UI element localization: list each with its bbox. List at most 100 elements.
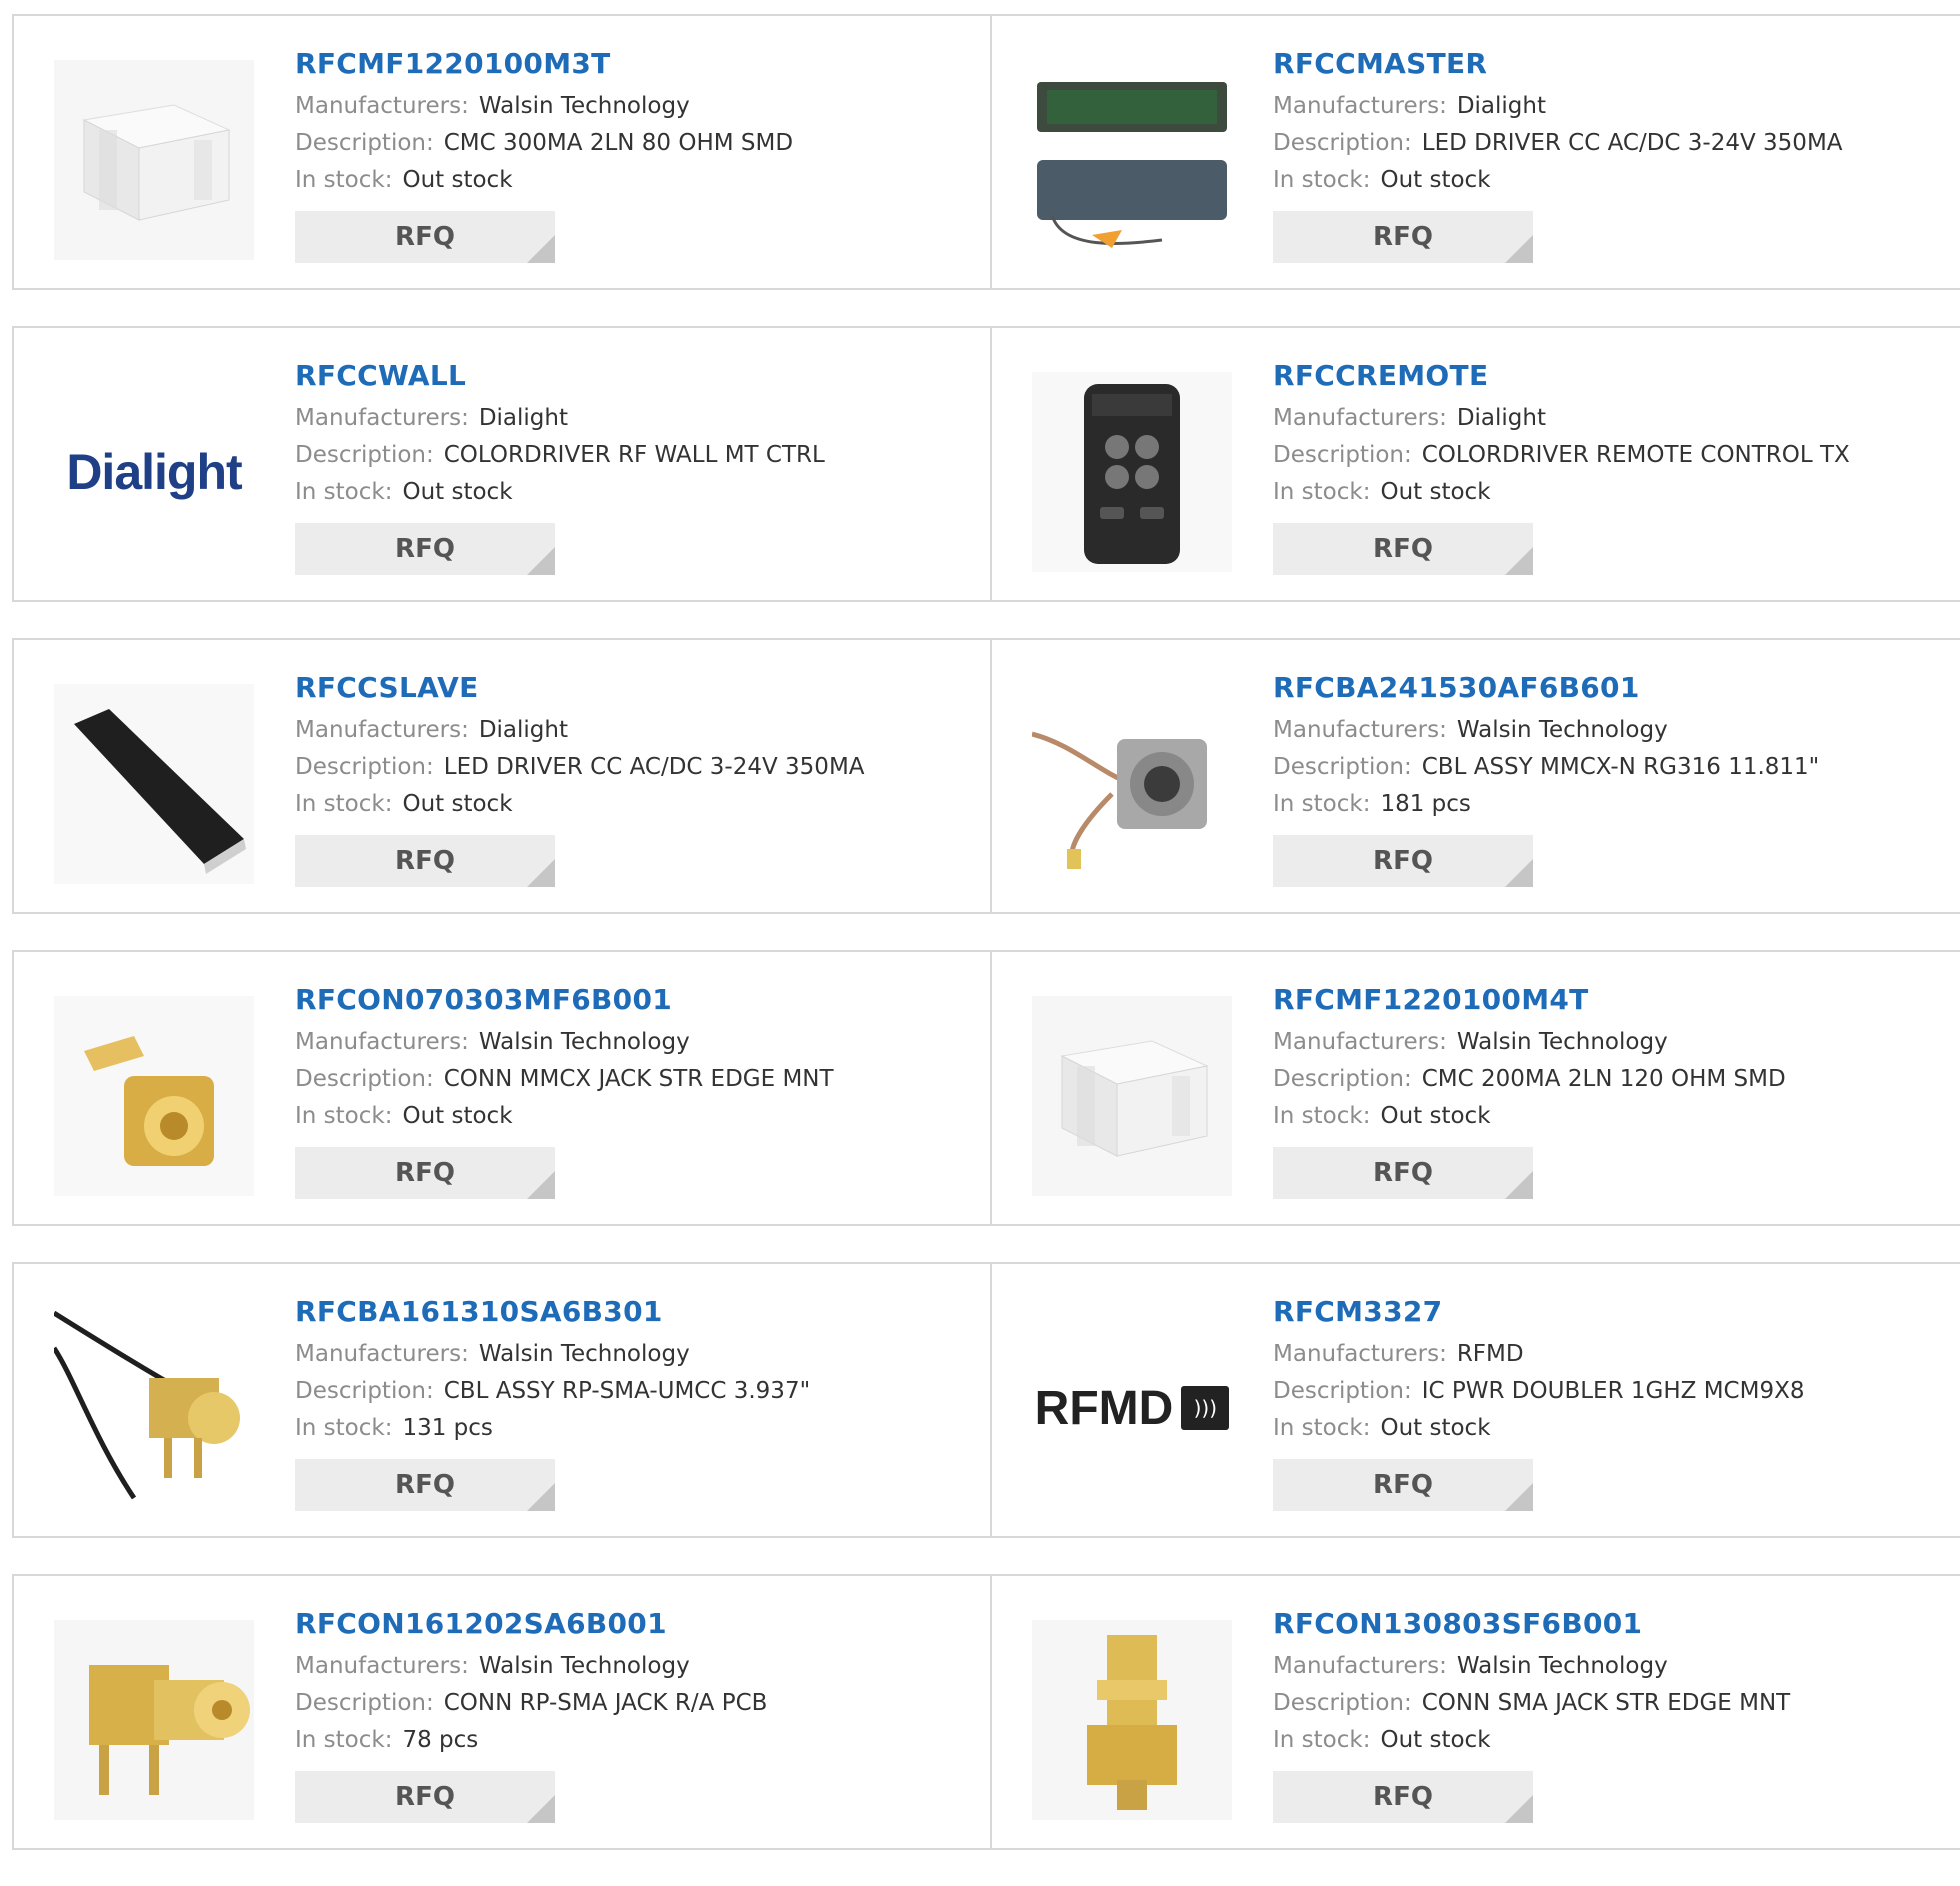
description-label: Description: bbox=[295, 1690, 434, 1716]
corner-triangle-icon bbox=[527, 1795, 555, 1823]
product-name-link[interactable]: RFCCSLAVE bbox=[295, 670, 865, 706]
product-info: RFCBA241530AF6B601 Manufacturers: Walsin … bbox=[1273, 670, 1819, 887]
product-name-link[interactable]: RFCM3327 bbox=[1273, 1294, 1804, 1330]
cable-assembly-n-connector-icon bbox=[1032, 684, 1232, 884]
stock-line: In stock: Out stock bbox=[1273, 1098, 1786, 1135]
manufacturer-value: Dialight bbox=[1456, 405, 1546, 431]
product-name-link[interactable]: RFCCMASTER bbox=[1273, 46, 1843, 82]
product-row: RFCON161202SA6B001 Manufacturers: Walsin … bbox=[12, 1574, 1960, 1850]
product-image[interactable] bbox=[54, 1620, 254, 1820]
product-image[interactable] bbox=[54, 996, 254, 1196]
product-image[interactable] bbox=[1032, 684, 1232, 884]
rfq-button[interactable]: RFQ bbox=[1273, 835, 1533, 887]
corner-triangle-icon bbox=[527, 235, 555, 263]
rfq-label: RFQ bbox=[395, 1782, 455, 1812]
corner-triangle-icon bbox=[527, 1171, 555, 1199]
rfq-button[interactable]: RFQ bbox=[1273, 1459, 1533, 1511]
description-value: COLORDRIVER RF WALL MT CTRL bbox=[443, 442, 825, 468]
manufacturer-line: Manufacturers: RFMD bbox=[1273, 1336, 1804, 1373]
rfq-button[interactable]: RFQ bbox=[1273, 211, 1533, 263]
manufacturer-line: Manufacturers: Walsin Technology bbox=[295, 1024, 834, 1061]
rfq-button[interactable]: RFQ bbox=[1273, 523, 1533, 575]
rfq-label: RFQ bbox=[395, 846, 455, 876]
product-row: RFCON070303MF6B001 Manufacturers: Walsin … bbox=[12, 950, 1960, 1226]
description-label: Description: bbox=[295, 442, 434, 468]
product-row: RFCBA161310SA6B301 Manufacturers: Walsin … bbox=[12, 1262, 1960, 1538]
product-card: RFMD ))) RFCM3327 Manufacturers: RFMD Des… bbox=[992, 1264, 1960, 1536]
product-info: RFCCMASTER Manufacturers: Dialight Descri… bbox=[1273, 46, 1843, 263]
product-name-link[interactable]: RFCCREMOTE bbox=[1273, 358, 1850, 394]
product-image[interactable]: RFMD ))) bbox=[1032, 1308, 1232, 1508]
manufacturer-value: Walsin Technology bbox=[1456, 1653, 1668, 1679]
manufacturer-value: Walsin Technology bbox=[478, 1653, 690, 1679]
stock-value: Out stock bbox=[402, 479, 513, 505]
rfq-button[interactable]: RFQ bbox=[295, 211, 555, 263]
product-image[interactable] bbox=[54, 60, 254, 260]
product-image[interactable] bbox=[1032, 372, 1232, 572]
stock-line: In stock: Out stock bbox=[1273, 1722, 1790, 1759]
product-image[interactable] bbox=[54, 684, 254, 884]
stock-value: Out stock bbox=[1380, 479, 1491, 505]
product-card: RFCBA161310SA6B301 Manufacturers: Walsin … bbox=[14, 1264, 992, 1536]
product-card: RFCMF1220100M4T Manufacturers: Walsin Tec… bbox=[992, 952, 1960, 1224]
rfq-button[interactable]: RFQ bbox=[295, 835, 555, 887]
stock-value: 78 pcs bbox=[402, 1727, 479, 1753]
manufacturer-line: Manufacturers: Dialight bbox=[1273, 400, 1850, 437]
manufacturer-label: Manufacturers: bbox=[295, 1029, 469, 1055]
product-info: RFCM3327 Manufacturers: RFMD Description:… bbox=[1273, 1294, 1804, 1511]
product-row: Dialight RFCCWALL Manufacturers: Dialight… bbox=[12, 326, 1960, 602]
manufacturer-label: Manufacturers: bbox=[1273, 1029, 1447, 1055]
product-image[interactable] bbox=[1032, 1620, 1232, 1820]
stock-line: In stock: 78 pcs bbox=[295, 1722, 767, 1759]
product-name-link[interactable]: RFCBA241530AF6B601 bbox=[1273, 670, 1819, 706]
stock-value: Out stock bbox=[1380, 1727, 1491, 1753]
product-image[interactable] bbox=[1032, 60, 1232, 260]
description-value: CBL ASSY RP-SMA-UMCC 3.937" bbox=[443, 1378, 811, 1404]
gold-mmcx-connector-icon bbox=[54, 996, 254, 1196]
manufacturer-line: Manufacturers: Walsin Technology bbox=[295, 88, 793, 125]
rfq-button[interactable]: RFQ bbox=[295, 1459, 555, 1511]
product-name-link[interactable]: RFCBA161310SA6B301 bbox=[295, 1294, 810, 1330]
rfq-button[interactable]: RFQ bbox=[295, 1771, 555, 1823]
product-name-link[interactable]: RFCON070303MF6B001 bbox=[295, 982, 834, 1018]
description-line: Description: CONN SMA JACK STR EDGE MNT bbox=[1273, 1685, 1790, 1722]
stock-value: Out stock bbox=[1380, 1103, 1491, 1129]
stock-value: Out stock bbox=[402, 167, 513, 193]
description-line: Description: LED DRIVER CC AC/DC 3-24V 35… bbox=[295, 749, 865, 786]
rfq-button[interactable]: RFQ bbox=[1273, 1771, 1533, 1823]
rfq-button[interactable]: RFQ bbox=[1273, 1147, 1533, 1199]
description-value: CBL ASSY MMCX-N RG316 11.811" bbox=[1421, 754, 1820, 780]
gold-sma-right-angle-icon bbox=[54, 1620, 254, 1820]
description-label: Description: bbox=[1273, 1066, 1412, 1092]
product-name-link[interactable]: RFCON161202SA6B001 bbox=[295, 1606, 767, 1642]
product-name-link[interactable]: RFCMF1220100M4T bbox=[1273, 982, 1786, 1018]
description-value: COLORDRIVER REMOTE CONTROL TX bbox=[1421, 442, 1850, 468]
product-info: RFCMF1220100M4T Manufacturers: Walsin Tec… bbox=[1273, 982, 1786, 1199]
stock-line: In stock: Out stock bbox=[295, 786, 865, 823]
product-image[interactable]: Dialight bbox=[54, 372, 254, 572]
manufacturer-value: Walsin Technology bbox=[1456, 717, 1668, 743]
product-name-link[interactable]: RFCON130803SF6B001 bbox=[1273, 1606, 1790, 1642]
product-image[interactable] bbox=[54, 1308, 254, 1508]
description-line: Description: IC PWR DOUBLER 1GHZ MCM9X8 bbox=[1273, 1373, 1804, 1410]
description-line: Description: CMC 200MA 2LN 120 OHM SMD bbox=[1273, 1061, 1786, 1098]
description-label: Description: bbox=[295, 754, 434, 780]
product-card: RFCCSLAVE Manufacturers: Dialight Descrip… bbox=[14, 640, 992, 912]
description-value: CONN MMCX JACK STR EDGE MNT bbox=[443, 1066, 834, 1092]
product-image[interactable] bbox=[1032, 996, 1232, 1196]
product-name-link[interactable]: RFCCWALL bbox=[295, 358, 825, 394]
rfq-button[interactable]: RFQ bbox=[295, 1147, 555, 1199]
corner-triangle-icon bbox=[527, 547, 555, 575]
description-line: Description: CONN RP-SMA JACK R/A PCB bbox=[295, 1685, 767, 1722]
black-driver-module-icon bbox=[54, 684, 254, 884]
corner-triangle-icon bbox=[527, 859, 555, 887]
product-name-link[interactable]: RFCMF1220100M3T bbox=[295, 46, 793, 82]
manufacturer-value: Walsin Technology bbox=[478, 93, 690, 119]
stock-label: In stock: bbox=[1273, 167, 1371, 193]
stock-label: In stock: bbox=[295, 1727, 393, 1753]
manufacturer-label: Manufacturers: bbox=[295, 1653, 469, 1679]
white-smd-chip-icon bbox=[54, 60, 254, 260]
rfq-button[interactable]: RFQ bbox=[295, 523, 555, 575]
stock-label: In stock: bbox=[1273, 791, 1371, 817]
description-label: Description: bbox=[295, 1378, 434, 1404]
